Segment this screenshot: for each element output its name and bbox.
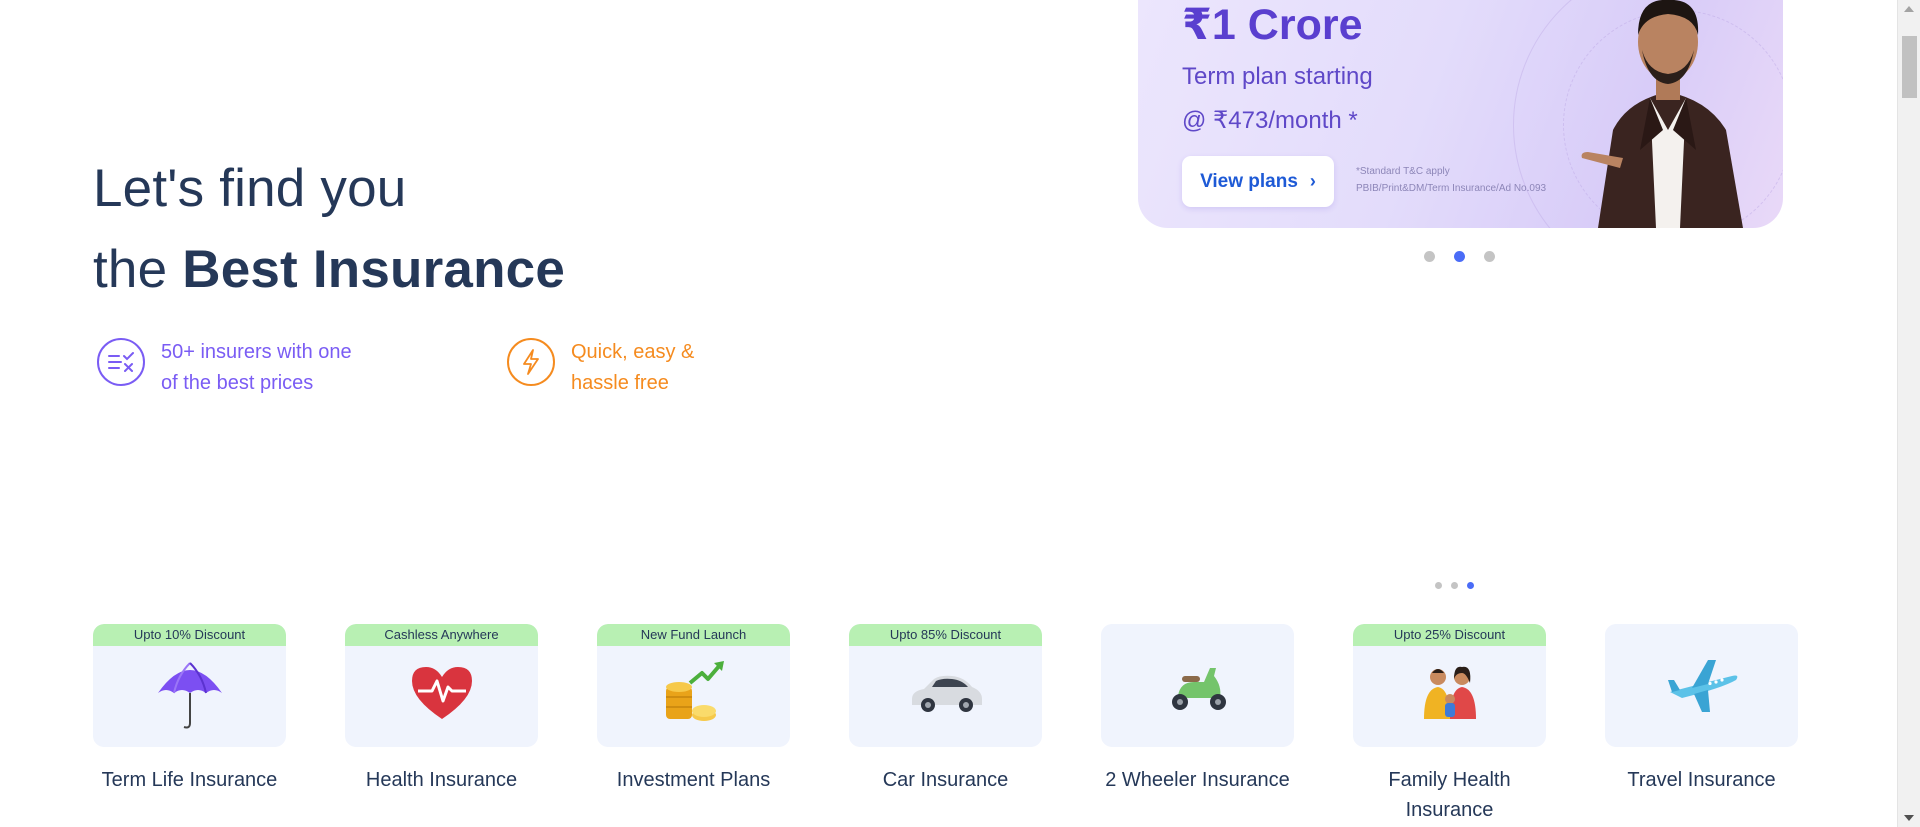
product-family-health[interactable]: Upto 25% Discount Family Health Insuranc… <box>1353 624 1546 825</box>
hero-title-prefix: the <box>93 240 168 299</box>
compare-icon <box>97 338 145 386</box>
hero-title: Let's find you the Best Insurance <box>93 148 565 310</box>
feature-quick-text: Quick, easy & hassle free <box>571 337 694 399</box>
umbrella-icon <box>157 661 222 728</box>
ambassador-image <box>1581 0 1743 228</box>
banner-tc-line2: PBIB/Print&DM/Term Insurance/Ad No.093 <box>1356 183 1547 194</box>
product-investment[interactable]: New Fund Launch Investment Plans <box>597 624 790 825</box>
product-badge: Upto 25% Discount <box>1353 624 1546 646</box>
products-carousel-dots <box>1435 582 1474 589</box>
products-dot-3[interactable] <box>1467 582 1474 589</box>
feature-quick-line1: Quick, easy & <box>571 341 695 363</box>
view-plans-label: View plans <box>1200 170 1298 192</box>
products-dot-2[interactable] <box>1451 582 1458 589</box>
airplane-icon <box>1667 659 1737 712</box>
family-icon <box>1423 666 1476 719</box>
car-icon <box>911 675 982 712</box>
feature-insurers-line1: 50+ insurers with one <box>161 341 352 363</box>
product-badge: Cashless Anywhere <box>345 624 538 646</box>
banner-tc-line1: *Standard T&C apply <box>1356 166 1450 177</box>
hero-title-bold: Best Insurance <box>182 240 565 299</box>
product-car[interactable]: Upto 85% Discount Car Insurance <box>849 624 1042 825</box>
product-card[interactable]: Cashless Anywhere <box>345 624 538 747</box>
hero-title-line2: the Best Insurance <box>93 229 565 310</box>
hero-title-line1: Let's find you <box>93 159 407 218</box>
product-label: Travel Insurance <box>1627 769 1776 791</box>
product-card[interactable]: Upto 25% Discount <box>1353 624 1546 747</box>
carousel-dot-3[interactable] <box>1484 251 1495 262</box>
product-label: Term Life Insurance <box>101 769 278 791</box>
feature-insurers-text: 50+ insurers with one of the best prices <box>161 337 352 399</box>
feature-quick: Quick, easy & hassle free <box>507 337 694 399</box>
promo-banner[interactable]: ₹1 Crore Term plan starting @ ₹473/month… <box>1138 0 1783 228</box>
product-label: Investment Plans <box>616 769 771 791</box>
feature-insurers-line2: of the best prices <box>161 372 314 394</box>
product-badge: Upto 10% Discount <box>93 624 286 646</box>
banner-carousel-dots <box>1424 251 1495 262</box>
product-health[interactable]: Cashless Anywhere Health Insurance <box>345 624 538 825</box>
product-label: 2 Wheeler Insurance <box>1105 769 1290 791</box>
carousel-dot-2[interactable] <box>1454 251 1465 262</box>
product-card[interactable] <box>1605 624 1798 747</box>
scroll-down-icon[interactable] <box>1904 815 1914 821</box>
chevron-right-icon: › <box>1309 171 1316 191</box>
page-scrollbar[interactable] <box>1897 0 1920 827</box>
product-travel[interactable]: Travel Insurance <box>1605 624 1798 825</box>
product-badge: Upto 85% Discount <box>849 624 1042 646</box>
scrollbar-thumb[interactable] <box>1902 36 1917 98</box>
coins-growth-icon <box>665 660 724 721</box>
carousel-dot-1[interactable] <box>1424 251 1435 262</box>
banner-subtitle-1: Term plan starting <box>1182 63 1373 90</box>
product-card[interactable]: Upto 85% Discount <box>849 624 1042 747</box>
feature-insurers: 50+ insurers with one of the best prices <box>97 337 352 399</box>
lightning-icon <box>507 338 555 386</box>
scooter-icon <box>1171 667 1226 710</box>
product-label: Health Insurance <box>365 769 518 791</box>
scroll-up-icon[interactable] <box>1904 6 1914 12</box>
product-label: Family Health Insurance <box>1388 769 1511 821</box>
product-card[interactable]: New Fund Launch <box>597 624 790 747</box>
product-term-life[interactable]: Upto 10% Discount Term Life Insurance <box>93 624 286 825</box>
product-two-wheeler[interactable]: 2 Wheeler Insurance <box>1101 624 1294 825</box>
product-list: Upto 10% Discount Term Life Insurance Ca… <box>93 624 1798 825</box>
heart-pulse-icon <box>411 666 472 719</box>
product-card[interactable]: Upto 10% Discount <box>93 624 286 747</box>
feature-quick-line2: hassle free <box>571 372 669 394</box>
products-dot-1[interactable] <box>1435 582 1442 589</box>
product-label: Car Insurance <box>882 769 1009 791</box>
banner-amount: ₹1 Crore <box>1182 1 1363 49</box>
view-plans-button[interactable]: View plans › <box>1182 156 1334 207</box>
product-badge: New Fund Launch <box>597 624 790 646</box>
banner-subtitle-2: @ ₹473/month * <box>1182 107 1358 134</box>
product-card[interactable] <box>1101 624 1294 747</box>
